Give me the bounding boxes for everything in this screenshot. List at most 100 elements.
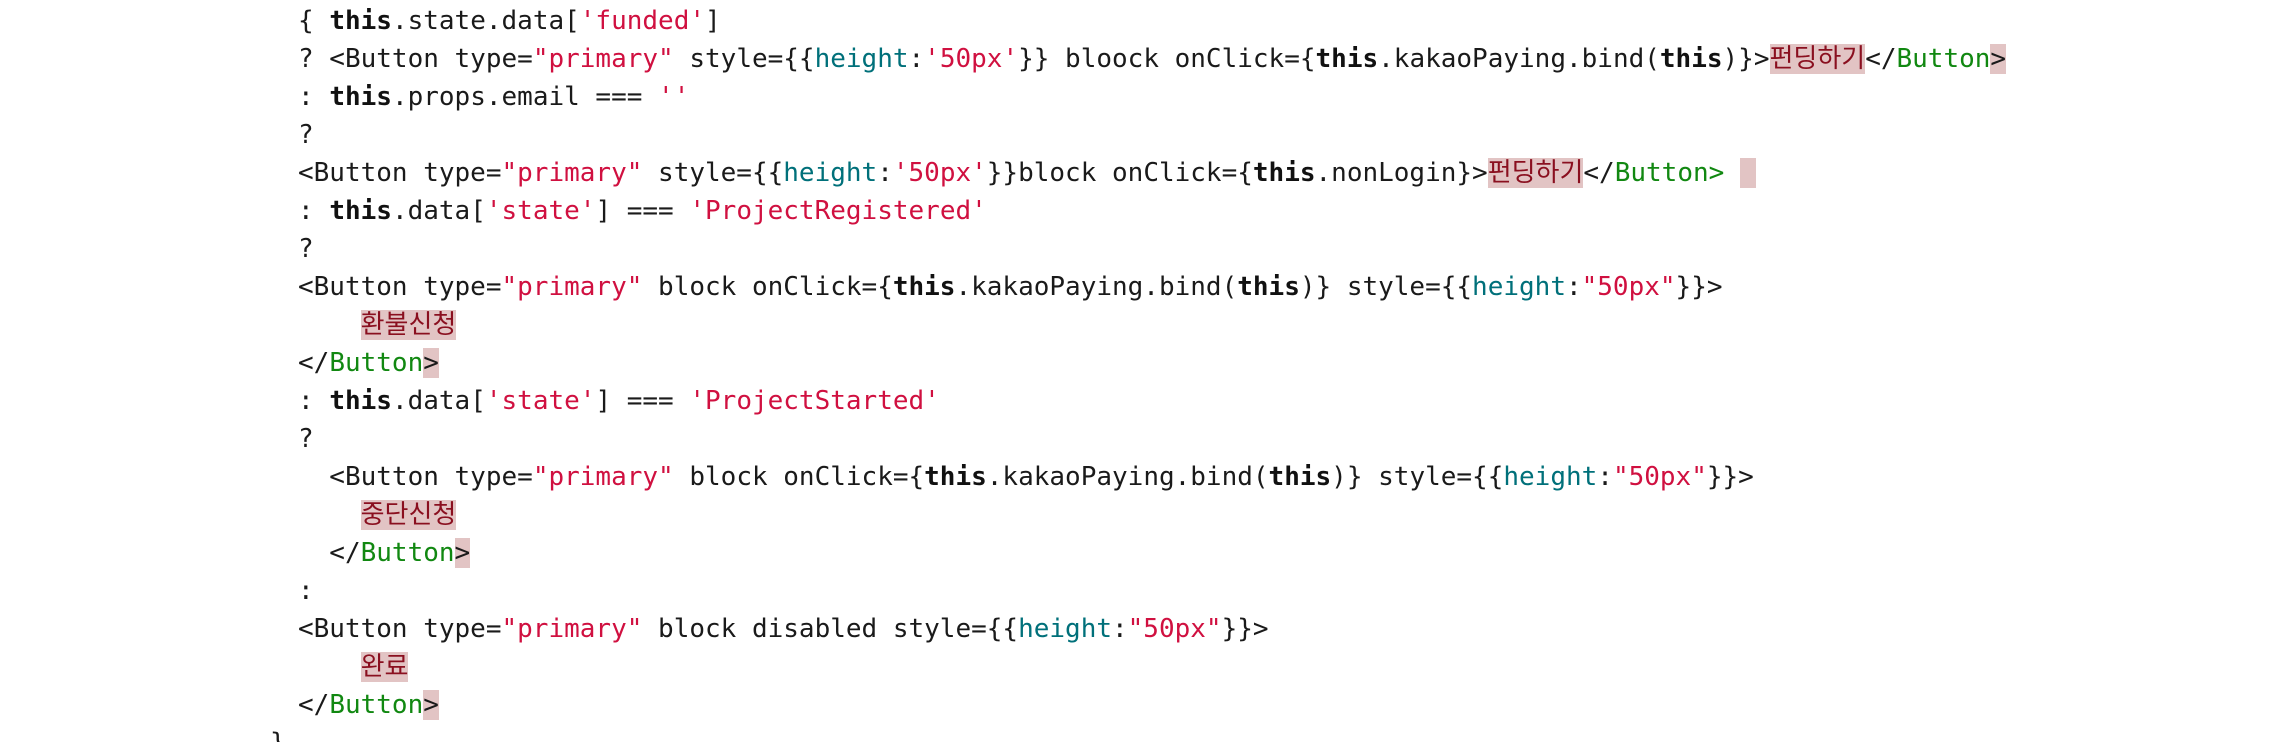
- code-token: </: [1583, 158, 1615, 188]
- code-token: .nonLogin}>: [1315, 158, 1488, 188]
- code-token: ?: [298, 424, 314, 454]
- code-token: Button: [329, 348, 424, 378]
- code-token: :: [298, 386, 330, 416]
- code-token: .data[: [391, 196, 486, 226]
- code-token: ? <Button type=: [298, 44, 533, 74]
- code-view[interactable]: { this.state.data['funded']? <Button typ…: [0, 0, 2288, 742]
- code-token: 'funded': [579, 6, 706, 36]
- code-line: : this.data['state'] === 'ProjectRegiste…: [298, 192, 987, 230]
- code-token: "50px": [1127, 614, 1222, 644]
- code-line: : this.props.email === '': [298, 78, 689, 116]
- code-token: }}>: [1706, 462, 1754, 492]
- code-token: ] ===: [595, 386, 690, 416]
- code-token: :: [1565, 272, 1582, 302]
- code-token: height: [814, 44, 909, 74]
- code-token: .kakaoPaying.bind(: [986, 462, 1269, 492]
- code-token: :: [298, 576, 314, 606]
- code-token: '50px': [924, 44, 1019, 74]
- code-token: 'ProjectRegistered': [689, 196, 987, 226]
- code-token: }} bloock onClick={: [1018, 44, 1316, 74]
- code-token: Button: [1896, 44, 1991, 74]
- code-token: >: [423, 348, 439, 378]
- code-line: <Button type="primary" block disabled st…: [298, 610, 1269, 648]
- code-token: <Button type=: [298, 158, 502, 188]
- code-token: "50px": [1612, 462, 1707, 492]
- code-token: 중단신청: [360, 500, 457, 530]
- code-token: }}>: [1675, 272, 1723, 302]
- code-line: </Button>: [298, 344, 439, 382]
- code-token: )} style={{: [1331, 462, 1504, 492]
- code-token: >: [423, 690, 439, 720]
- code-token: .kakaoPaying.bind(: [1378, 44, 1660, 74]
- code-line: </Button>: [298, 686, 439, 724]
- code-token: height: [1018, 614, 1112, 644]
- code-line: { this.state.data['funded']: [298, 2, 721, 40]
- code-token: }}block onClick={: [986, 158, 1253, 188]
- code-token: 펀딩하기: [1487, 158, 1584, 188]
- code-line: 중단신청: [298, 496, 457, 534]
- code-token: this: [1315, 44, 1379, 74]
- code-line: ?: [298, 420, 314, 458]
- code-token: 완료: [360, 652, 409, 682]
- code-token: <Button type=: [298, 462, 533, 492]
- code-token: <Button type=: [298, 272, 502, 302]
- code-token: </: [298, 538, 361, 568]
- code-line: 환불신청: [298, 306, 457, 344]
- code-token: 'state': [485, 386, 596, 416]
- code-token: :: [908, 44, 925, 74]
- code-token: block onClick={: [642, 272, 893, 302]
- code-token: ] ===: [595, 196, 690, 226]
- code-token: style={{: [642, 158, 784, 188]
- code-token: "primary": [532, 44, 674, 74]
- code-token: :: [877, 158, 893, 188]
- code-token: ?: [298, 120, 314, 150]
- code-line: <Button type="primary" block onClick={th…: [298, 268, 1723, 306]
- code-line: <Button type="primary" block onClick={th…: [298, 458, 1754, 496]
- code-token: this: [1659, 44, 1723, 74]
- code-token: :: [298, 196, 330, 226]
- code-token: "primary": [532, 462, 674, 492]
- code-token: ]: [705, 6, 721, 36]
- code-token: this: [1268, 462, 1332, 492]
- code-token: [1739, 158, 1756, 188]
- code-token: </: [298, 690, 330, 720]
- code-token: block disabled style={{: [642, 614, 1019, 644]
- code-token: .kakaoPaying.bind(: [955, 272, 1238, 302]
- code-token: :: [1112, 614, 1128, 644]
- code-token: "50px": [1581, 272, 1676, 302]
- code-token: )} style={{: [1299, 272, 1473, 302]
- code-line: }: [270, 724, 286, 742]
- code-token: >: [1990, 44, 2007, 74]
- code-token: this: [892, 272, 956, 302]
- code-token: Button>: [1614, 158, 1725, 188]
- code-token: 펀딩하기: [1769, 44, 1866, 74]
- code-token: :: [298, 82, 330, 112]
- code-token: this: [329, 386, 392, 416]
- code-token: }}>: [1221, 614, 1269, 644]
- code-token: height: [1472, 272, 1566, 302]
- code-token: height: [783, 158, 878, 188]
- code-line: ? <Button type="primary" style={{height:…: [298, 40, 2007, 78]
- code-line: 완료: [298, 648, 409, 686]
- code-token: {: [298, 6, 330, 36]
- code-token: .state.data[: [391, 6, 580, 36]
- code-token: "primary": [501, 158, 643, 188]
- code-token: .data[: [391, 386, 486, 416]
- code-line: :: [298, 572, 314, 610]
- code-token: '50px': [892, 158, 987, 188]
- code-token: <Button type=: [298, 614, 502, 644]
- code-token: '': [658, 82, 690, 112]
- code-token: >: [454, 538, 471, 568]
- code-token: )}>: [1722, 44, 1770, 74]
- code-token: 'ProjectStarted': [689, 386, 940, 416]
- code-token: Button: [360, 538, 455, 568]
- code-token: 'state': [485, 196, 596, 226]
- code-token: this: [329, 82, 392, 112]
- code-line: ?: [298, 116, 314, 154]
- code-token: .props.email ===: [391, 82, 659, 112]
- code-token: Button: [329, 690, 424, 720]
